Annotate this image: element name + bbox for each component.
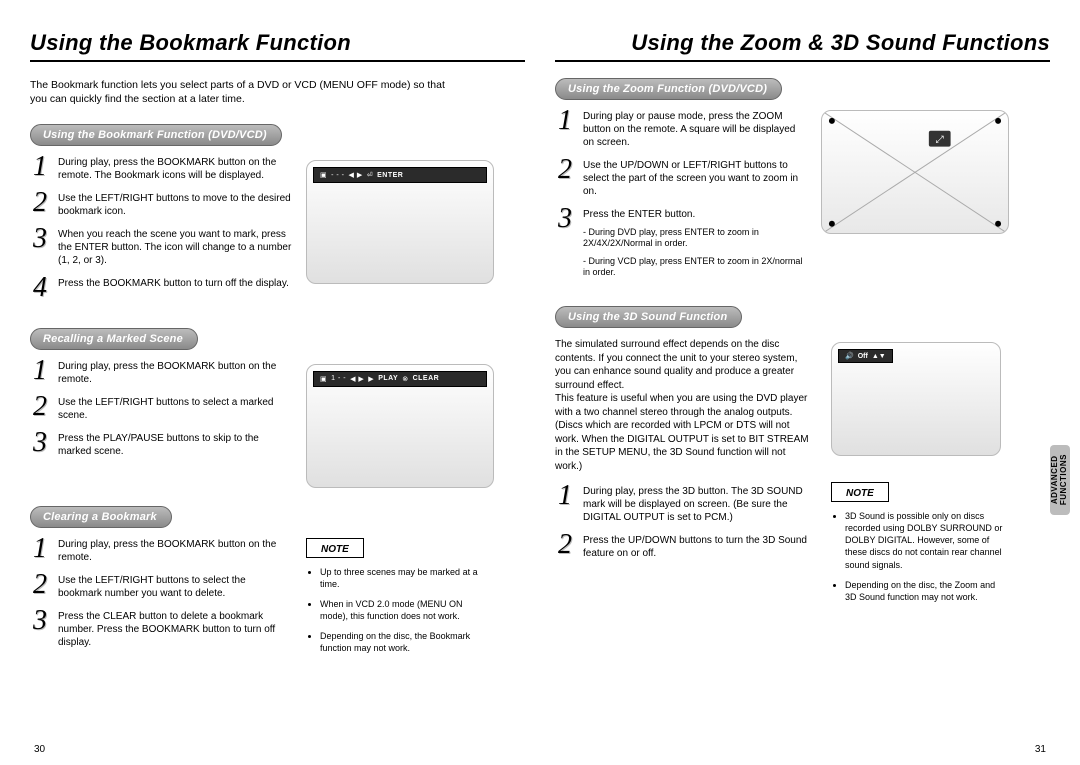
updown-icon: ▲▼: [872, 353, 886, 360]
pill-clear: Clearing a Bookmark: [30, 506, 172, 528]
osd-screen-zoom: ⤢: [821, 110, 1009, 234]
pill-bookmark-function: Using the Bookmark Function (DVD/VCD): [30, 124, 282, 146]
title-rule: [555, 60, 1050, 62]
step: 2Use the LEFT/RIGHT buttons to select a …: [30, 396, 292, 422]
step: 4Press the BOOKMARK button to turn off t…: [30, 277, 292, 299]
note-bullets: Up to three scenes may be marked at a ti…: [306, 566, 481, 655]
side-tab-advanced-functions: ADVANCED FUNCTIONS: [1050, 445, 1070, 515]
page-title-left: Using the Bookmark Function: [30, 30, 525, 56]
step: 1During play or pause mode, press the ZO…: [555, 110, 807, 149]
side-tab-label: ADVANCED FUNCTIONS: [1051, 454, 1069, 505]
step: 3Press the CLEAR button to delete a book…: [30, 610, 292, 649]
step: 1During play, press the 3D button. The 3…: [555, 485, 817, 524]
sub-note: - During DVD play, press ENTER to zoom i…: [583, 227, 807, 250]
section-bookmark-function: Using the Bookmark Function (DVD/VCD) 1D…: [30, 124, 525, 309]
arrow-icons: ◀ ▶: [349, 171, 363, 179]
note-item: Depending on the disc, the Bookmark func…: [320, 630, 481, 654]
step: 2Use the LEFT/RIGHT buttons to move to t…: [30, 192, 292, 218]
page-number-right: 31: [1035, 744, 1046, 755]
step: 2Use the UP/DOWN or LEFT/RIGHT buttons t…: [555, 159, 807, 198]
osd-bar: ▣ 1 - - ◀ ▶ ▶ PLAY ⊗ CLEAR: [313, 371, 487, 387]
page-number-left: 30: [34, 744, 45, 755]
step: 2Press the UP/DOWN buttons to turn the 3…: [555, 534, 817, 560]
section-3d-sound: Using the 3D Sound Function The simulate…: [555, 306, 1050, 611]
section-recall: Recalling a Marked Scene 1During play, p…: [30, 328, 525, 488]
step: 3Press the PLAY/PAUSE buttons to skip to…: [30, 432, 292, 458]
3d-para: The simulated surround effect depends on…: [555, 338, 815, 473]
osd-screen-bookmark: ▣ - - - ◀ ▶ ⏎ ENTER: [306, 160, 494, 284]
section-zoom: Using the Zoom Function (DVD/VCD) 1Durin…: [555, 78, 1050, 288]
note-label: NOTE: [832, 486, 888, 501]
step: 3When you reach the scene you want to ma…: [30, 228, 292, 267]
off-label: Off: [858, 353, 868, 360]
osd-number: 1 - -: [331, 375, 346, 382]
sub-note: - During VCD play, press ENTER to zoom i…: [583, 256, 807, 279]
step-text: Press the ENTER button.: [583, 209, 695, 220]
clear-label: CLEAR: [413, 375, 440, 382]
pill-3d-sound: Using the 3D Sound Function: [555, 306, 742, 328]
note-bullets: 3D Sound is possible only on discs recor…: [831, 510, 1006, 603]
arrow-icons: ◀ ▶: [350, 375, 364, 383]
page-title-right: Using the Zoom & 3D Sound Functions: [555, 30, 1050, 56]
speaker-icon: 🔊: [845, 352, 854, 360]
step: 1During play, press the BOOKMARK button …: [30, 360, 292, 386]
note-box: NOTE: [306, 538, 364, 558]
step: 3 Press the ENTER button. - During DVD p…: [555, 208, 807, 278]
note-box: NOTE: [831, 482, 889, 502]
osd-screen-3d: 🔊 Off ▲▼: [831, 342, 1001, 456]
enter-icon: ⏎: [367, 171, 373, 179]
enter-label: ENTER: [377, 172, 403, 179]
svg-text:⤢: ⤢: [936, 135, 944, 146]
play-label: PLAY: [378, 375, 398, 382]
step: 1During play, press the BOOKMARK button …: [30, 538, 292, 564]
osd-screen-recall: ▣ 1 - - ◀ ▶ ▶ PLAY ⊗ CLEAR: [306, 364, 494, 488]
note-item: When in VCD 2.0 mode (MENU ON mode), thi…: [320, 598, 481, 622]
play-icon: ▶: [368, 375, 374, 383]
pill-recall: Recalling a Marked Scene: [30, 328, 198, 350]
bookmark-icon: ▣: [320, 375, 327, 383]
page-right: Using the Zoom & 3D Sound Functions Usin…: [555, 30, 1050, 751]
note-item: 3D Sound is possible only on discs recor…: [845, 510, 1006, 571]
note-item: Depending on the disc, the Zoom and 3D S…: [845, 579, 1006, 603]
osd-bar: ▣ - - - ◀ ▶ ⏎ ENTER: [313, 167, 487, 183]
clear-icon: ⊗: [402, 375, 408, 383]
osd-dashes: - - -: [331, 172, 344, 179]
osd-bar: 🔊 Off ▲▼: [838, 349, 893, 363]
title-rule: [30, 60, 525, 62]
pill-zoom: Using the Zoom Function (DVD/VCD): [555, 78, 782, 100]
bookmark-icon: ▣: [320, 171, 327, 179]
bookmark-intro: The Bookmark function lets you select pa…: [30, 78, 460, 106]
note-item: Up to three scenes may be marked at a ti…: [320, 566, 481, 590]
step: 1During play, press the BOOKMARK button …: [30, 156, 292, 182]
page-left: Using the Bookmark Function The Bookmark…: [30, 30, 525, 751]
zoom-guides-icon: ⤢: [822, 111, 1008, 234]
note-label: NOTE: [307, 542, 363, 557]
section-clear: Clearing a Bookmark 1During play, press …: [30, 506, 525, 663]
step: 2Use the LEFT/RIGHT buttons to select th…: [30, 574, 292, 600]
